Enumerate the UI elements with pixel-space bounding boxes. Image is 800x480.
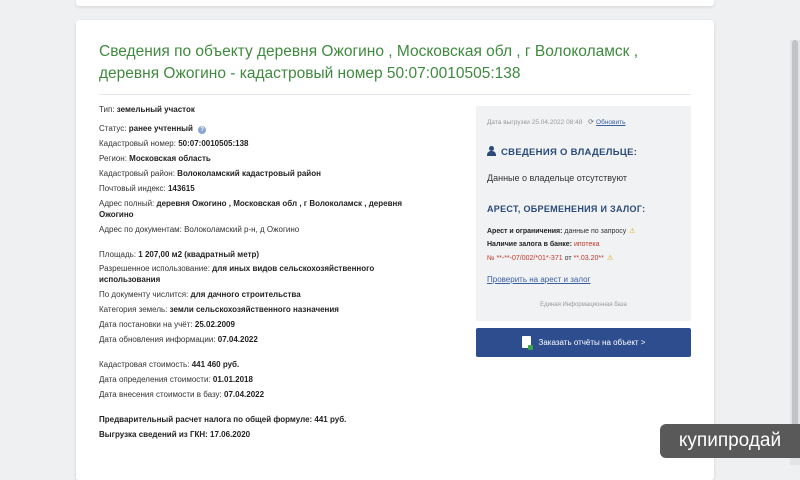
district-label: Кадастровый район:	[99, 169, 175, 178]
owner-text: Данные о владельце отсутствуют	[487, 173, 628, 183]
order-button-label: Заказать отчёты на объект >	[538, 338, 646, 347]
info-row-status: Статус: ранее учтенный ?	[99, 123, 429, 134]
category-label: Категория земель:	[99, 305, 168, 314]
arrest-row: Арест и ограничения: данные по запросу ⚠	[487, 227, 636, 235]
check-arrest-link[interactable]: Проверить на арест и залог	[487, 275, 591, 284]
info-row-area: Площадь: 1 207,00 м2 (квадратный метр)	[99, 249, 429, 260]
upd-date-value: 07.04.2022	[217, 335, 258, 344]
info-row-address: Адрес полный: деревня Ожогино , Московск…	[99, 198, 429, 220]
type-label: Тип:	[99, 105, 115, 114]
address-doc-label: Адрес по документам:	[99, 225, 182, 234]
object-info: Тип: земельный участок Статус: ранее учт…	[99, 104, 429, 440]
arrest-label: Арест и ограничения:	[487, 228, 563, 235]
use-label: Разрешенное использование:	[99, 264, 210, 273]
info-row-cost: Кадастровая стоимость: 441 460 руб.	[99, 359, 429, 370]
tax-text: Предварительный расчет налога по общей ф…	[99, 415, 347, 424]
arrest-heading: АРЕСТ, ОБРЕМЕНЕНИЯ И ЗАЛОГ:	[487, 204, 646, 214]
address-doc-value: Волоколамский р-н, д Ожогино	[184, 225, 300, 234]
info-row-type: Тип: земельный участок	[99, 104, 429, 115]
divider	[99, 94, 691, 95]
warning-icon: ⚠	[606, 255, 614, 262]
cost-db-label: Дата внесения стоимости в базу:	[99, 390, 222, 399]
info-row-cost-date: Дата определения стоимости: 01.01.2018	[99, 374, 429, 385]
info-row-gkn: Выгрузка сведений из ГКН: 17.06.2020	[99, 429, 429, 440]
info-row-district: Кадастровый район: Волоколамский кадастр…	[99, 168, 429, 179]
info-row-doc: По документу числится: для дачного строи…	[99, 289, 429, 300]
gkn-text: Выгрузка сведений из ГКН: 17.06.2020	[99, 430, 251, 439]
refresh-icon[interactable]: ⟳	[588, 119, 594, 126]
order-report-button[interactable]: Заказать отчёты на объект >	[476, 328, 691, 357]
region-value: Московская область	[129, 154, 211, 163]
owner-heading-text: СВЕДЕНИЯ О ВЛАДЕЛЬЦЕ:	[501, 147, 638, 158]
area-value: 1 207,00 м2 (квадратный метр)	[138, 250, 260, 259]
pledge-date: **.03.20**	[573, 255, 604, 262]
cadnum-label: Кадастровый номер:	[99, 139, 176, 148]
cost-label: Кадастровая стоимость:	[99, 360, 190, 369]
info-row-upd-date: Дата обновления информации: 07.04.2022	[99, 334, 429, 345]
owner-heading: СВЕДЕНИЯ О ВЛАДЕЛЬЦЕ:	[487, 146, 637, 158]
info-row-cadnum: Кадастровый номер: 50:07:0010505:138	[99, 138, 429, 149]
person-icon	[487, 146, 496, 156]
owner-panel: Дата выгрузки 25.04.2022 08:48 ⟳ Обновить…	[476, 106, 691, 321]
info-row-region: Регион: Московская область	[99, 153, 429, 164]
info-row-use: Разрешенное использование: для иных видо…	[99, 263, 429, 285]
pledge-number-row: № **-**-07/002/*01*-371 от **.03.20** ⚠	[487, 254, 613, 262]
eis-label: Единая Информационная база	[540, 302, 627, 308]
scrollbar-thumb[interactable]	[792, 40, 798, 440]
pledge-label: Наличие залога в банке:	[487, 241, 572, 248]
status-label: Статус:	[99, 124, 127, 133]
pledge-from: от	[564, 255, 572, 262]
address-label: Адрес полный:	[99, 199, 155, 208]
top-card	[76, 0, 714, 6]
pledge-row: Наличие залога в банке: ипотека	[487, 241, 600, 248]
zip-value: 143615	[167, 184, 195, 193]
region-label: Регион:	[99, 154, 127, 163]
export-date: Дата выгрузки 25.04.2022 08:48	[487, 119, 583, 126]
cost-date-label: Дата определения стоимости:	[99, 375, 211, 384]
category-value: земли сельскохозяйственного назначения	[169, 305, 339, 314]
cost-db-value: 07.04.2022	[224, 390, 265, 399]
page-title: Сведения по объекту деревня Ожогино , Мо…	[99, 43, 639, 82]
info-row-category: Категория земель: земли сельскохозяйстве…	[99, 304, 429, 315]
cost-date-value: 01.01.2018	[212, 375, 253, 384]
watermark: купипродай	[660, 424, 800, 458]
area-label: Площадь:	[99, 250, 137, 259]
document-icon	[521, 336, 533, 350]
upd-date-label: Дата обновления информации:	[99, 335, 216, 344]
cost-value: 441 460 руб.	[191, 360, 240, 369]
object-card: Сведения по объекту деревня Ожогино , Мо…	[76, 20, 714, 480]
cadnum-value: 50:07:0010505:138	[178, 139, 249, 148]
doc-value: для дачного строительства	[190, 290, 301, 299]
warning-icon: ⚠	[629, 228, 636, 235]
zip-label: Почтовый индекс:	[99, 184, 166, 193]
info-row-address-doc: Адрес по документам: Волоколамский р-н, …	[99, 224, 429, 235]
doc-label: По документу числится:	[99, 290, 189, 299]
pledge-number: № **-**-07/002/*01*-371	[487, 255, 563, 262]
help-icon[interactable]: ?	[198, 126, 207, 134]
export-date-line: Дата выгрузки 25.04.2022 08:48 ⟳ Обновить	[487, 118, 625, 126]
reg-date-value: 25.02.2009	[194, 320, 235, 329]
info-row-cost-db: Дата внесения стоимости в базу: 07.04.20…	[99, 389, 429, 400]
info-row-reg-date: Дата постановки на учёт: 25.02.2009	[99, 319, 429, 330]
pledge-value: ипотека	[573, 241, 600, 248]
info-row-tax: Предварительный расчет налога по общей ф…	[99, 414, 429, 425]
district-value: Волоколамский кадастровый район	[177, 169, 321, 178]
status-value: ранее учтенный	[128, 124, 193, 133]
info-row-zip: Почтовый индекс: 143615	[99, 183, 429, 194]
type-value: земельный участок	[116, 105, 195, 114]
reg-date-label: Дата постановки на учёт:	[99, 320, 193, 329]
refresh-link[interactable]: Обновить	[596, 119, 625, 126]
arrest-value: данные по запросу	[564, 228, 627, 235]
